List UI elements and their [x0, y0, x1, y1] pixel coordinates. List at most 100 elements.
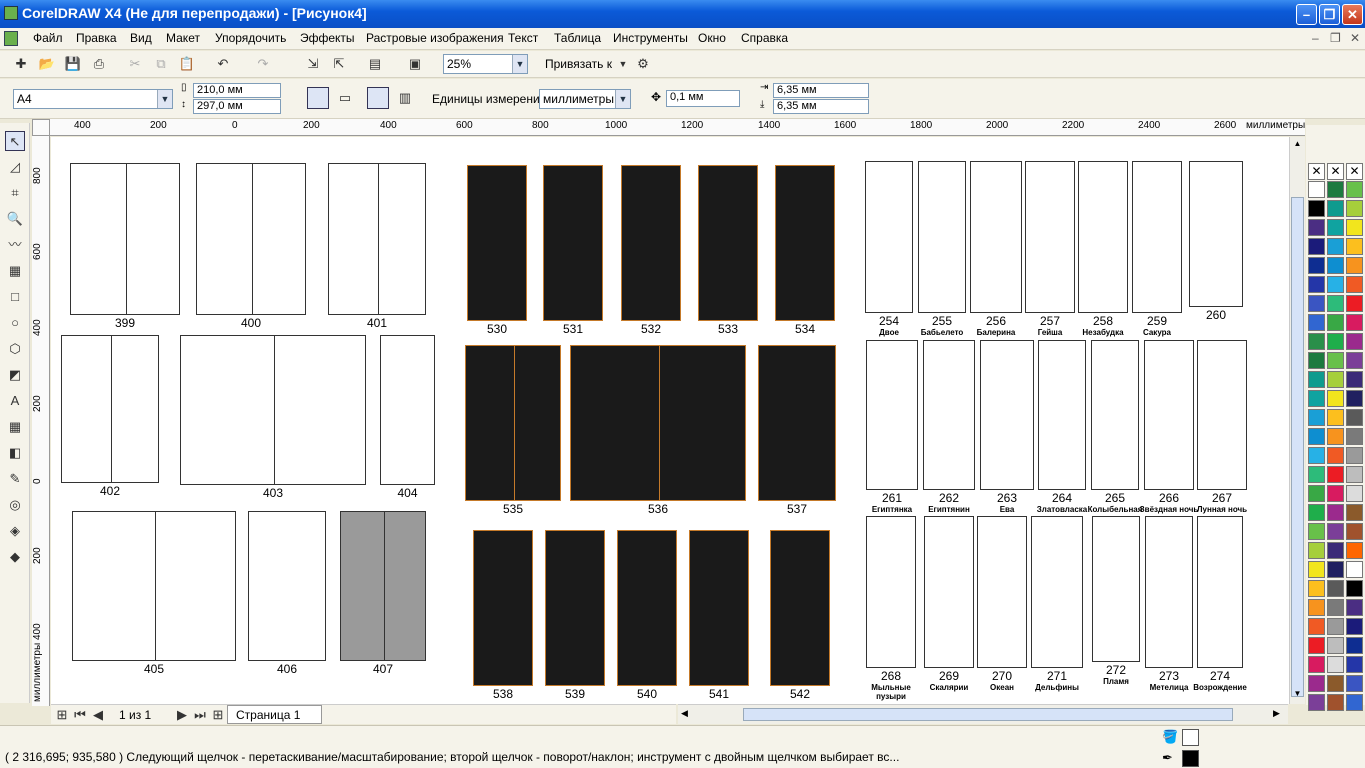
color-swatch[interactable] — [1327, 542, 1344, 559]
no-color-swatch[interactable]: ✕ — [1308, 163, 1325, 180]
doc-close-icon[interactable]: ✕ — [1350, 31, 1360, 45]
design-panel[interactable] — [180, 335, 366, 485]
color-swatch[interactable] — [1327, 694, 1344, 711]
color-swatch[interactable] — [1327, 257, 1344, 274]
color-swatch[interactable] — [1327, 675, 1344, 692]
page-height-field[interactable]: 297,0 мм — [193, 99, 281, 114]
freehand-tool-icon[interactable]: 〰 — [5, 235, 25, 255]
menu-help[interactable]: Справка — [741, 31, 788, 45]
design-panel[interactable] — [467, 165, 527, 321]
color-swatch[interactable] — [1346, 390, 1363, 407]
scroll-left-icon[interactable]: ◀ — [681, 708, 688, 719]
color-swatch[interactable] — [1308, 295, 1325, 312]
color-swatch[interactable] — [1327, 656, 1344, 673]
add-page-after-icon[interactable]: ⊞ — [209, 706, 227, 724]
duplicate-y-field[interactable]: 6,35 мм — [773, 99, 869, 114]
color-swatch[interactable] — [1346, 485, 1363, 502]
snap-dropdown-icon[interactable]: ▼ — [614, 55, 632, 73]
color-swatch[interactable] — [1346, 561, 1363, 578]
design-panel[interactable] — [1078, 161, 1128, 313]
page-width-field[interactable]: 210,0 мм — [193, 83, 281, 98]
color-swatch[interactable] — [1327, 333, 1344, 350]
color-swatch[interactable] — [1308, 219, 1325, 236]
color-swatch[interactable] — [1327, 637, 1344, 654]
color-swatch[interactable] — [1327, 523, 1344, 540]
design-panel[interactable] — [543, 165, 603, 321]
design-panel[interactable] — [1092, 516, 1140, 662]
color-swatch[interactable] — [1346, 447, 1363, 464]
design-panel[interactable] — [698, 165, 758, 321]
snap-to-label[interactable]: Привязать к — [545, 57, 612, 71]
rectangle-tool-icon[interactable]: □ — [5, 287, 25, 307]
color-swatch[interactable] — [1346, 618, 1363, 635]
color-swatch[interactable] — [1327, 485, 1344, 502]
design-panel[interactable] — [775, 165, 835, 321]
menu-effects[interactable]: Эффекты — [300, 31, 355, 45]
menu-bitmaps[interactable]: Растровые изображения — [366, 31, 504, 45]
menu-tools[interactable]: Инструменты — [613, 31, 688, 45]
print-icon[interactable]: ⎙ — [90, 55, 108, 73]
no-color-swatch[interactable]: ✕ — [1327, 163, 1344, 180]
color-swatch[interactable] — [1327, 504, 1344, 521]
zoom-combo[interactable]: 25% ▼ — [443, 54, 528, 74]
color-swatch[interactable] — [1308, 561, 1325, 578]
color-swatch[interactable] — [1346, 504, 1363, 521]
add-page-before-icon[interactable]: ⊞ — [53, 706, 71, 724]
options-icon[interactable]: ⚙ — [634, 55, 652, 73]
color-swatch[interactable] — [1327, 561, 1344, 578]
design-panel[interactable] — [328, 163, 426, 315]
color-swatch[interactable] — [1308, 390, 1325, 407]
import-icon[interactable]: ⇲ — [304, 55, 322, 73]
design-panel[interactable] — [1197, 340, 1247, 490]
design-panel[interactable] — [924, 516, 974, 668]
hscroll-thumb[interactable] — [743, 708, 1233, 721]
color-swatch[interactable] — [1327, 447, 1344, 464]
color-swatch[interactable] — [1308, 352, 1325, 369]
welcome-screen-icon[interactable]: ▣ — [406, 55, 424, 73]
text-tool-icon[interactable]: A — [5, 391, 25, 411]
shape-tool-icon[interactable]: ◿ — [5, 157, 25, 177]
scroll-down-icon[interactable]: ▼ — [1291, 689, 1304, 703]
color-swatch[interactable] — [1346, 257, 1363, 274]
color-swatch[interactable] — [1346, 314, 1363, 331]
color-swatch[interactable] — [1346, 276, 1363, 293]
design-panel[interactable] — [977, 516, 1027, 668]
scroll-thumb[interactable] — [1291, 197, 1304, 697]
color-swatch[interactable] — [1346, 219, 1363, 236]
vertical-scrollbar[interactable]: ▲ ▼ — [1289, 137, 1305, 704]
design-panel[interactable] — [970, 161, 1022, 313]
design-panel[interactable] — [473, 530, 533, 686]
design-panel[interactable] — [196, 163, 306, 315]
color-swatch[interactable] — [1327, 200, 1344, 217]
first-page-icon[interactable]: ⏮ — [71, 706, 89, 724]
ruler-origin[interactable] — [32, 119, 50, 136]
chevron-down-icon[interactable]: ▼ — [615, 90, 630, 108]
design-panel[interactable] — [72, 511, 236, 661]
design-panel[interactable] — [621, 165, 681, 321]
design-panel[interactable] — [570, 345, 746, 501]
design-panel[interactable] — [1132, 161, 1182, 313]
color-swatch[interactable] — [1346, 466, 1363, 483]
portrait-button[interactable] — [307, 87, 329, 109]
chevron-down-icon[interactable]: ▼ — [512, 55, 527, 73]
doc-minimize-icon[interactable]: – — [1312, 31, 1319, 45]
landscape-button[interactable]: ▭ — [336, 89, 354, 107]
color-swatch[interactable] — [1327, 352, 1344, 369]
design-panel[interactable] — [1031, 516, 1083, 668]
all-pages-button[interactable] — [367, 87, 389, 109]
redo-icon[interactable]: ↷ — [254, 55, 272, 73]
menu-text[interactable]: Текст — [508, 31, 538, 45]
nudge-field[interactable]: 0,1 мм — [666, 90, 740, 107]
color-swatch[interactable] — [1327, 580, 1344, 597]
duplicate-x-field[interactable]: 6,35 мм — [773, 83, 869, 98]
color-swatch[interactable] — [1346, 694, 1363, 711]
color-swatch[interactable] — [1308, 599, 1325, 616]
color-swatch[interactable] — [1346, 409, 1363, 426]
smart-fill-icon[interactable]: ▦ — [5, 261, 25, 281]
color-swatch[interactable] — [1308, 257, 1325, 274]
color-swatch[interactable] — [1327, 276, 1344, 293]
design-panel[interactable] — [1025, 161, 1075, 313]
color-swatch[interactable] — [1308, 504, 1325, 521]
color-swatch[interactable] — [1346, 542, 1363, 559]
design-panel[interactable] — [980, 340, 1034, 490]
